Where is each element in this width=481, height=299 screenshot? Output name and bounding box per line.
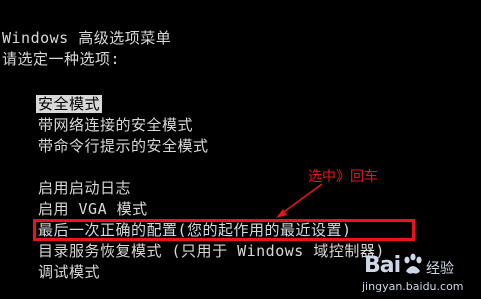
watermark-url: jingyan.baidu.com bbox=[362, 280, 464, 293]
paw-icon bbox=[404, 253, 422, 274]
watermark: Bai 经验 jingyan.baidu.com bbox=[362, 253, 478, 297]
annotation-label: 选中》回车 bbox=[308, 169, 378, 185]
watermark-logo: Bai bbox=[364, 253, 401, 278]
watermark-brand: 经验 bbox=[426, 261, 454, 277]
boot-menu-screen: Windows 高级选项菜单 请选定一种选项: 安全模式 带网络连接的安全模式 … bbox=[0, 0, 481, 299]
